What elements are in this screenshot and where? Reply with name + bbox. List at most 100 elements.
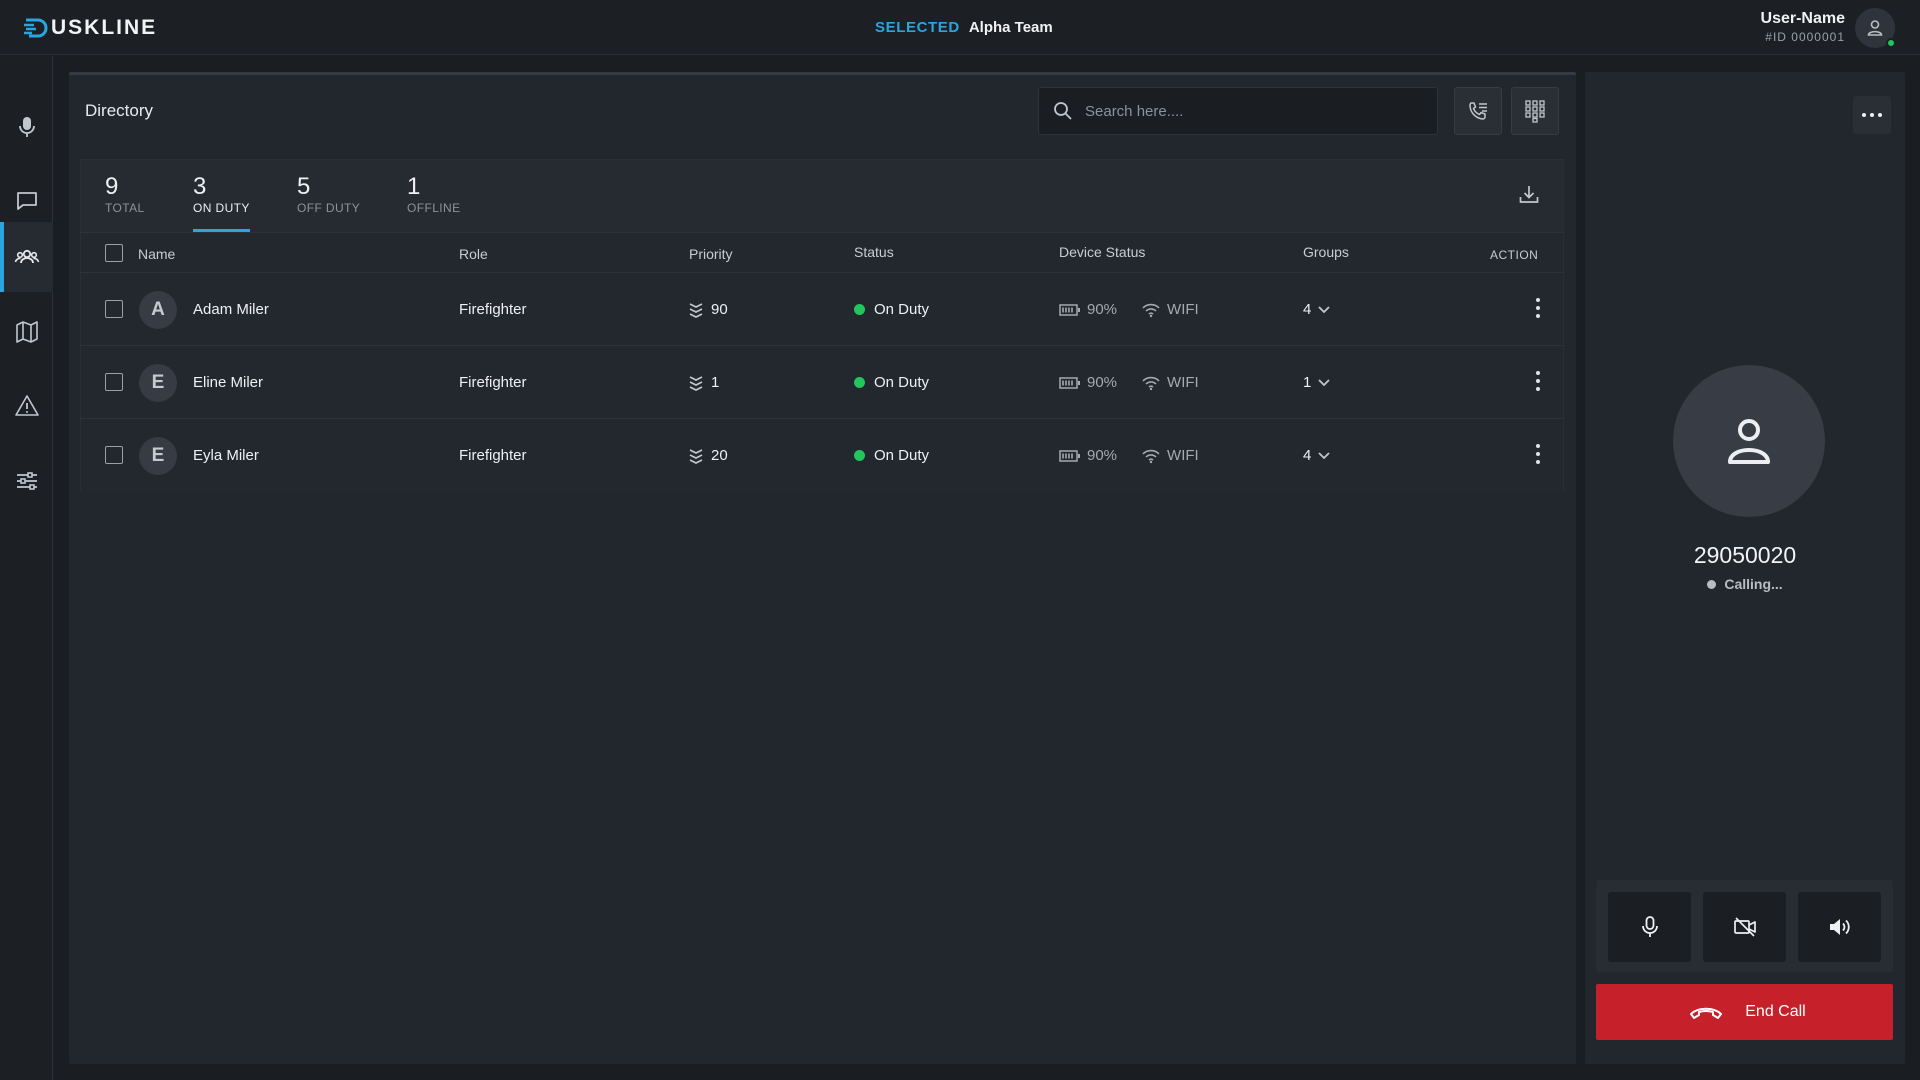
call-status: Calling... [1585, 576, 1905, 592]
user-avatar[interactable] [1855, 8, 1896, 48]
select-all-checkbox[interactable] [105, 244, 123, 262]
stat-off-duty[interactable]: 5 OFF DUTY [297, 174, 360, 216]
app-logo[interactable]: USKLINE [23, 15, 157, 41]
avatar: E [139, 364, 177, 402]
sidebar-item-voice[interactable] [0, 92, 53, 162]
priority-chevrons-icon [689, 448, 703, 464]
status-dot [854, 304, 865, 315]
stats-bar: 9 TOTAL 3 ON DUTY 5 OFF DUTY 1 OFFLINE [81, 160, 1563, 232]
map-icon [15, 321, 38, 343]
member-name: Adam Miler [193, 301, 269, 318]
stat-offline-label: OFFLINE [407, 201, 461, 215]
mute-button[interactable] [1608, 892, 1691, 962]
status-dot [854, 450, 865, 461]
more-horizontal-icon [1862, 113, 1882, 117]
member-role: Firefighter [459, 301, 527, 318]
groups-dropdown[interactable]: 1 [1303, 374, 1331, 391]
row-actions-button[interactable] [1535, 297, 1541, 324]
selected-team: SELECTED Alpha Team [875, 19, 1053, 36]
network-type: WIFI [1167, 447, 1199, 464]
member-status: On Duty [854, 447, 929, 464]
end-call-button[interactable]: End Call [1596, 984, 1893, 1040]
table-row[interactable]: A Adam Miler Firefighter 90 On Duty 90% … [81, 272, 1563, 345]
hang-up-icon [1690, 1007, 1723, 1019]
row-checkbox[interactable] [105, 300, 123, 318]
kebab-menu-icon [1536, 371, 1540, 391]
column-device-status[interactable]: Device Status [1059, 244, 1145, 260]
download-icon [1519, 186, 1539, 203]
call-status-text: Calling... [1724, 576, 1783, 592]
priority-chevrons-icon [689, 375, 703, 391]
row-actions-button[interactable] [1535, 370, 1541, 397]
stat-offline-value: 1 [407, 173, 421, 200]
call-status-dot [1707, 579, 1717, 589]
column-priority[interactable]: Priority [689, 246, 733, 262]
row-checkbox[interactable] [105, 373, 123, 391]
sidebar-item-map[interactable] [0, 297, 53, 367]
microphone-icon [18, 117, 35, 137]
top-bar: USKLINE SELECTED Alpha Team User-Name #I… [0, 0, 1920, 55]
battery-icon [1059, 449, 1080, 462]
member-role: Firefighter [459, 374, 527, 391]
directory-table: 9 TOTAL 3 ON DUTY 5 OFF DUTY 1 OFFLINE N… [80, 159, 1564, 491]
priority-chevrons-icon [689, 302, 703, 318]
member-priority: 1 [689, 374, 719, 391]
member-name: Eyla Miler [193, 447, 259, 464]
kebab-menu-icon [1536, 444, 1540, 464]
call-list-button[interactable] [1454, 87, 1502, 135]
dialpad-icon [1525, 100, 1545, 123]
end-call-label: End Call [1745, 1003, 1806, 1020]
priority-value: 1 [711, 374, 720, 391]
wifi-icon [1142, 449, 1160, 463]
battery-level: 90% [1087, 447, 1118, 464]
warning-icon [14, 395, 39, 416]
chevron-down-icon [1318, 378, 1330, 386]
battery-icon [1059, 376, 1080, 389]
dialpad-button[interactable] [1511, 87, 1559, 135]
member-device-status: 90% WIFI [1059, 447, 1199, 464]
download-button[interactable] [1517, 182, 1541, 211]
speaker-button[interactable] [1798, 892, 1881, 962]
sidebar [0, 56, 53, 1080]
people-icon [14, 249, 39, 264]
sidebar-item-directory[interactable] [0, 222, 53, 292]
table-header: Name Role Priority Status Device Status … [81, 232, 1563, 272]
search-box[interactable] [1038, 87, 1438, 135]
column-groups[interactable]: Groups [1303, 244, 1349, 260]
logo-mark-icon [24, 18, 48, 38]
stat-total[interactable]: 9 TOTAL [105, 174, 145, 216]
user-id: #ID 0000001 [1765, 30, 1845, 44]
stat-on-duty[interactable]: 3 ON DUTY [193, 174, 250, 232]
groups-dropdown[interactable]: 4 [1303, 301, 1331, 318]
status-text: On Duty [874, 374, 930, 391]
column-name[interactable]: Name [138, 246, 175, 262]
table-row[interactable]: E Eline Miler Firefighter 1 On Duty 90% … [81, 345, 1563, 418]
member-role: Firefighter [459, 447, 527, 464]
phone-list-icon [1469, 102, 1487, 120]
logo-text: USKLINE [51, 16, 158, 39]
video-toggle-button[interactable] [1703, 892, 1786, 962]
battery-level: 90% [1087, 374, 1118, 391]
sidebar-item-settings[interactable] [0, 446, 53, 516]
search-input[interactable] [1085, 102, 1415, 120]
stat-offline[interactable]: 1 OFFLINE [407, 173, 461, 216]
row-actions-button[interactable] [1535, 443, 1541, 470]
column-role[interactable]: Role [459, 246, 488, 262]
battery-level: 90% [1087, 301, 1118, 318]
member-device-status: 90% WIFI [1059, 301, 1199, 318]
member-priority: 20 [689, 447, 728, 464]
priority-value: 90 [711, 301, 728, 318]
groups-count: 4 [1303, 301, 1312, 318]
row-checkbox[interactable] [105, 446, 123, 464]
priority-value: 20 [711, 447, 728, 464]
chat-icon [16, 192, 37, 210]
caller-number: 29050020 [1693, 542, 1797, 568]
column-status[interactable]: Status [854, 244, 894, 260]
user-icon [1728, 419, 1770, 464]
stat-on-duty-label: ON DUTY [193, 201, 250, 215]
groups-dropdown[interactable]: 4 [1303, 447, 1331, 464]
more-options-button[interactable] [1853, 96, 1891, 134]
table-row[interactable]: E Eyla Miler Firefighter 20 On Duty 90% … [81, 418, 1563, 491]
sidebar-item-alerts[interactable] [0, 371, 53, 441]
groups-count: 4 [1303, 447, 1312, 464]
